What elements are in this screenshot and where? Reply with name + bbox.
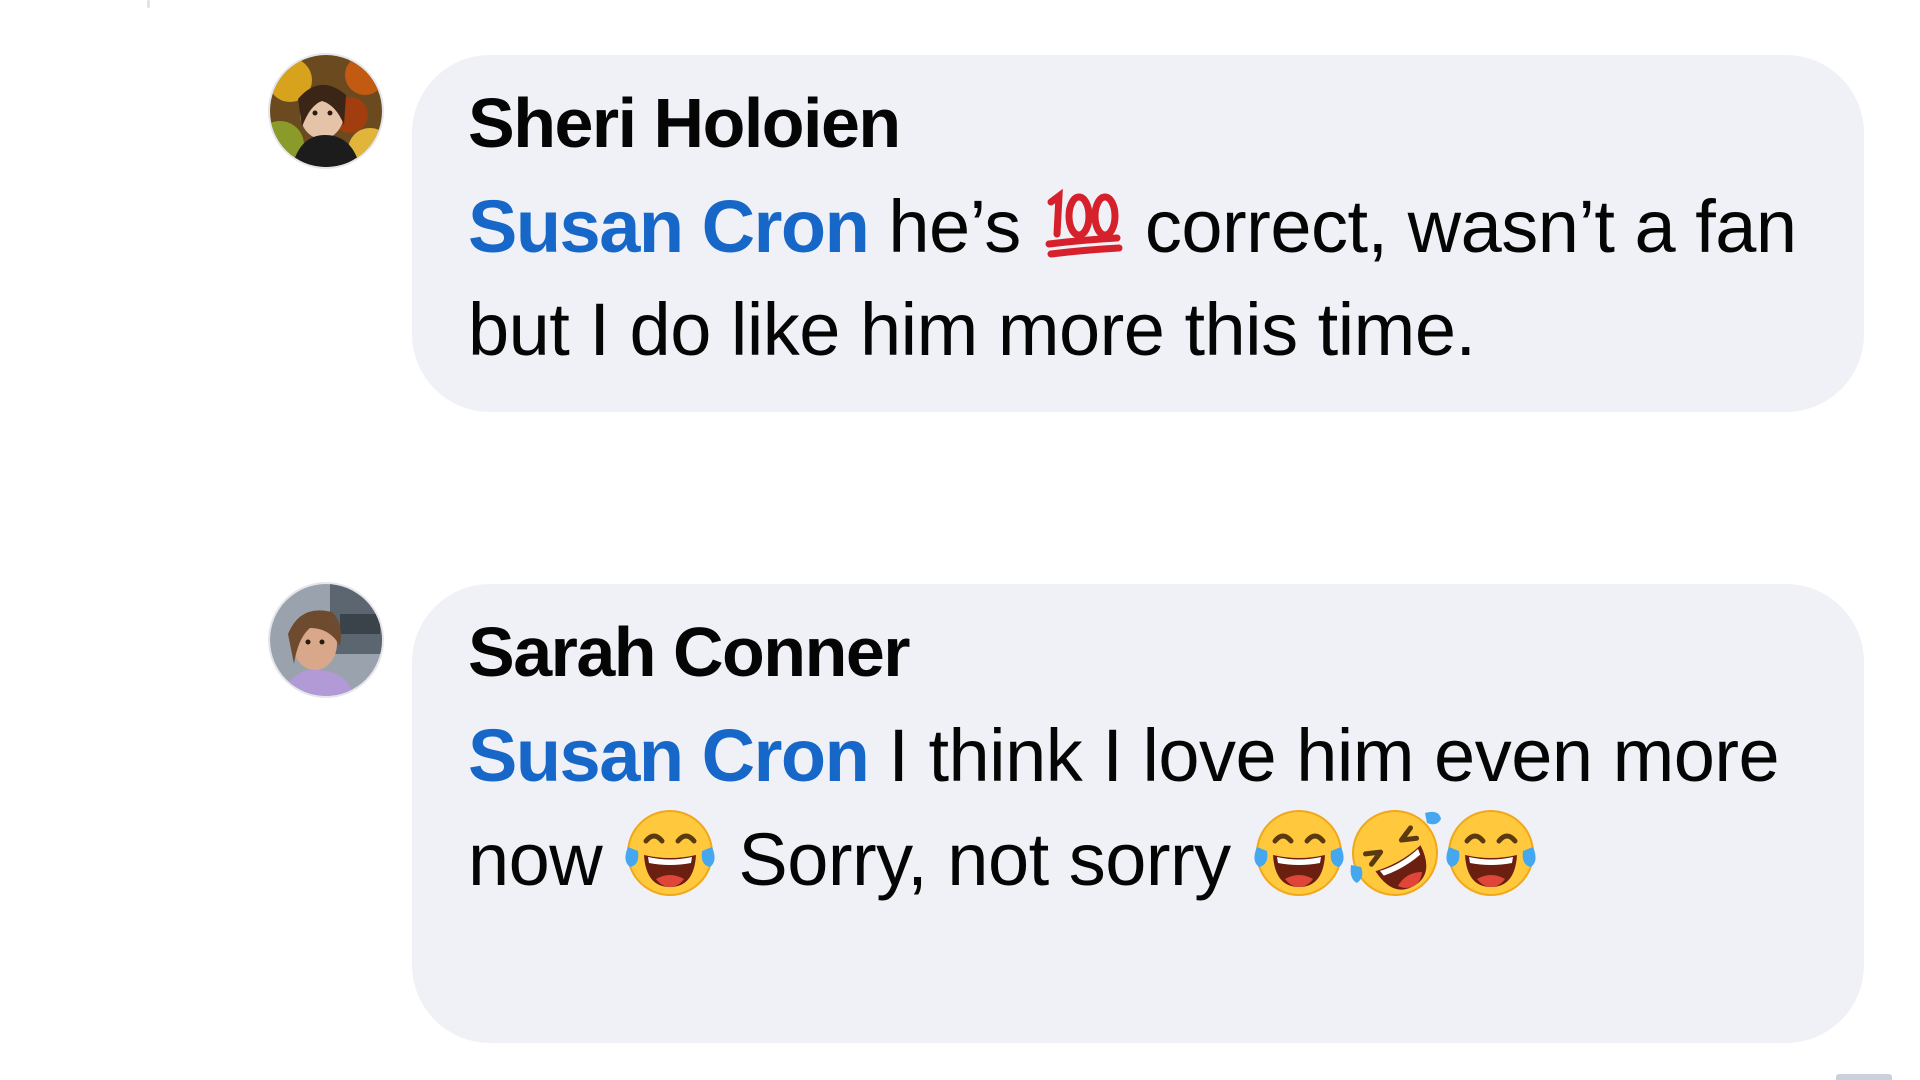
comment-item: Sarah Conner Susan Cron I think I love h… [270, 584, 1864, 1043]
scroll-indicator [1836, 1074, 1892, 1080]
comment-text-part: he’s [868, 185, 1041, 268]
comment-bubble: Sarah Conner Susan Cron I think I love h… [412, 584, 1864, 1043]
comment-author[interactable]: Sheri Holoien [468, 81, 1804, 165]
thread-connector-line [147, 0, 150, 8]
tears-of-joy-emoji-icon [1443, 807, 1539, 899]
comment-text-part: Sorry, not sorry [718, 818, 1251, 901]
comment-text: Susan Cron I think I love him even more … [468, 704, 1804, 911]
avatar[interactable] [270, 55, 382, 167]
comment-bubble: Sheri Holoien Susan Cron he’s correct, w… [412, 55, 1864, 412]
mention-link[interactable]: Susan Cron [468, 714, 870, 797]
comment-author[interactable]: Sarah Conner [468, 610, 1804, 694]
comment-text: Susan Cron he’s correct, wasn’t a fan bu… [468, 175, 1804, 381]
hundred-points-emoji-icon [1041, 188, 1125, 260]
comment-item: Sheri Holoien Susan Cron he’s correct, w… [270, 55, 1864, 412]
tears-of-joy-emoji-icon [1251, 807, 1347, 899]
mention-link[interactable]: Susan Cron [468, 185, 870, 268]
comment-thread: Sheri Holoien Susan Cron he’s correct, w… [0, 0, 1920, 1080]
tears-of-joy-emoji-icon [622, 807, 718, 899]
rolling-on-floor-laughing-emoji-icon [1347, 807, 1443, 899]
avatar[interactable] [270, 584, 382, 696]
